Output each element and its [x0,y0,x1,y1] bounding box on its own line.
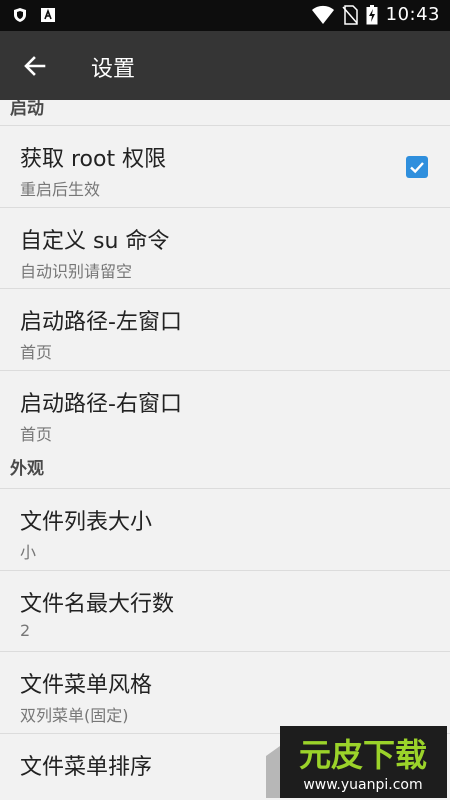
setting-start-path-right[interactable]: 启动路径-右窗口 首页 [0,369,450,451]
app-bar: 设置 [0,31,450,100]
no-sim-icon [342,4,358,25]
setting-file-menu-style[interactable]: 文件菜单风格 双列菜单(固定) [0,651,450,733]
battery-charging-icon [366,4,378,24]
setting-start-path-left[interactable]: 启动路径-左窗口 首页 [0,288,450,370]
setting-summary: 首页 [20,424,53,444]
setting-summary: 重启后生效 [20,180,101,199]
checkmark-icon [410,162,424,174]
setting-custom-su[interactable]: 自定义 su 命令 自动识别请留空 [0,206,450,288]
wifi-icon [311,5,334,24]
setting-title: 文件菜单风格 [20,673,153,698]
setting-title: 自定义 su 命令 [20,228,170,254]
setting-title: 启动路径-右窗口 [20,391,182,417]
watermark-text: 元皮下载 [299,736,427,774]
arrow-left-icon[interactable] [22,53,48,79]
section-header-appearance: 外观 [10,459,44,479]
watermark-url: www.yuanpi.com [303,777,422,793]
setting-summary: 首页 [20,343,53,362]
setting-summary: 小 [20,543,37,562]
page-title: 设置 [91,57,136,82]
a-box-icon [41,8,55,22]
setting-title: 文件名最大行数 [20,591,175,617]
setting-title: 文件菜单排序 [20,754,153,780]
setting-title: 启动路径-左窗口 [20,310,182,335]
setting-file-list-size[interactable]: 文件列表大小 小 [0,488,450,570]
root-permission-checkbox[interactable] [406,156,428,178]
watermark-logo: 元皮下载 www.yuanpi.com [266,726,447,798]
shield-icon [14,8,26,22]
setting-summary: 2 [20,620,31,640]
setting-title: 获取 root 权限 [20,147,167,172]
setting-title: 文件列表大小 [20,510,153,535]
status-bar: 10:43 [0,0,450,31]
setting-summary: 双列菜单(固定) [20,706,129,725]
setting-filename-max-lines[interactable]: 文件名最大行数 2 [0,569,450,651]
setting-summary: 自动识别请留空 [20,261,133,281]
section-header-startup: 启动 [10,100,44,119]
settings-list[interactable]: 启动 获取 root 权限 重启后生效 自定义 su 命令 自动识别请留空 启动… [0,100,450,800]
status-time: 10:43 [385,4,440,25]
setting-root-permission[interactable]: 获取 root 权限 重启后生效 [0,125,450,207]
